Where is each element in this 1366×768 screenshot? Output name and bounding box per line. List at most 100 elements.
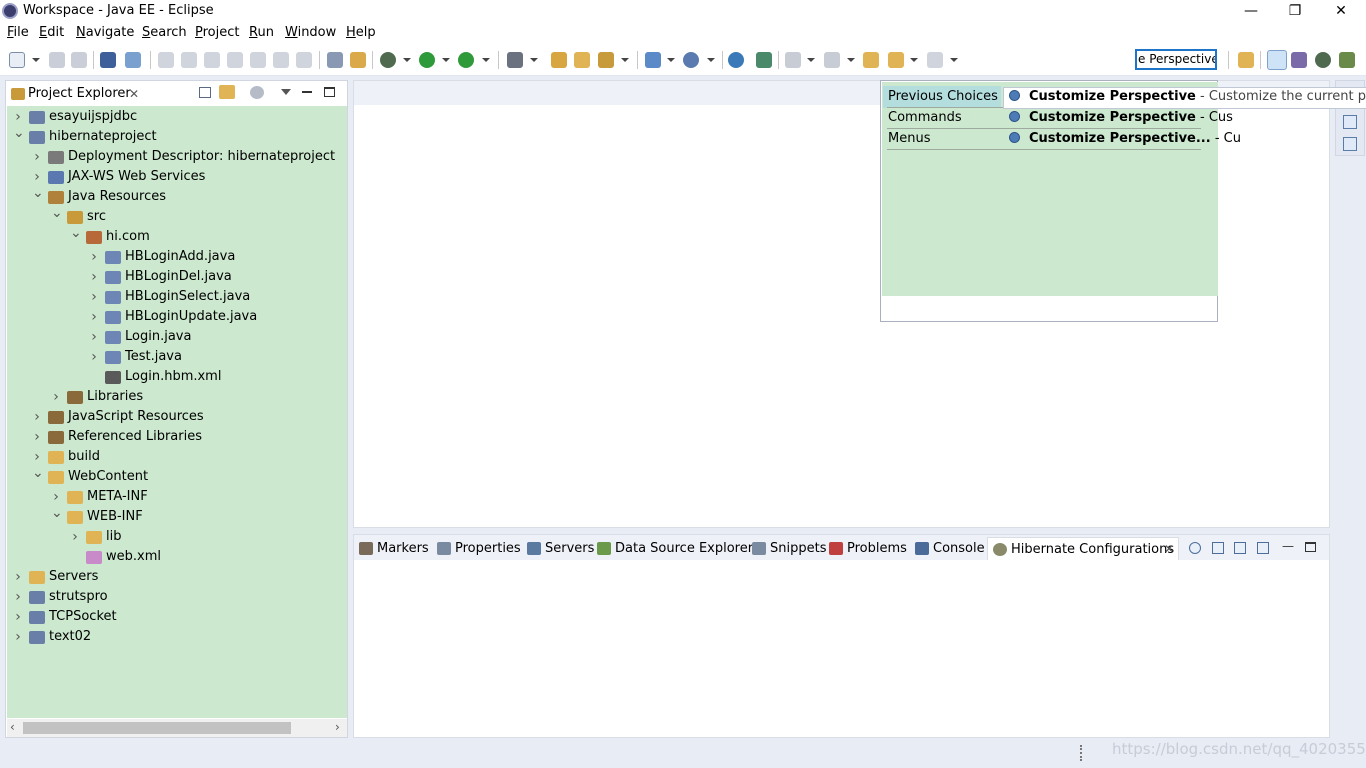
server-dropdown-icon[interactable] xyxy=(667,58,675,62)
restore-button[interactable]: ❐ xyxy=(1285,2,1305,20)
menu-edit[interactable]: Edit xyxy=(39,25,64,40)
last-edit-location-icon[interactable] xyxy=(863,52,879,68)
step-return-icon[interactable] xyxy=(296,52,312,68)
terminate-icon[interactable] xyxy=(204,52,220,68)
debug-perspective-icon[interactable] xyxy=(1315,52,1331,68)
quick-access-input[interactable]: e Perspective xyxy=(1135,49,1217,70)
tree-item[interactable]: Login.hbm.xml xyxy=(7,367,347,387)
web-browser-icon[interactable] xyxy=(728,52,744,68)
hibernate-perspective-icon[interactable] xyxy=(1339,52,1355,68)
tab-properties[interactable]: Properties xyxy=(437,537,527,560)
tree-item[interactable]: › strutspro xyxy=(7,587,347,607)
step-into-icon[interactable] xyxy=(250,52,266,68)
collapse-chevron-icon[interactable]: › xyxy=(51,387,61,407)
tab-project-explorer[interactable]: Project Explorer ✕ xyxy=(8,83,148,105)
collapse-chevron-icon[interactable]: › xyxy=(13,627,23,647)
search-icon[interactable] xyxy=(507,52,523,68)
tree-item[interactable]: › build xyxy=(7,447,347,467)
menu-help[interactable]: Help xyxy=(346,25,376,40)
resume-icon[interactable] xyxy=(158,52,174,68)
menu-window[interactable]: Window xyxy=(285,25,336,40)
tree-item[interactable]: ⌄ WebContent xyxy=(7,465,347,487)
tree-item[interactable]: ⌄ WEB-INF xyxy=(7,505,347,527)
terminal-icon[interactable] xyxy=(100,52,116,68)
previous-annotation-icon[interactable] xyxy=(824,52,840,68)
forward-dropdown-icon[interactable] xyxy=(950,58,958,62)
tree-item[interactable]: › HBLoginUpdate.java xyxy=(7,307,347,327)
tree-item[interactable]: › JAX-WS Web Services xyxy=(7,167,347,187)
filter-icon[interactable] xyxy=(250,86,264,99)
collapse-chevron-icon[interactable]: › xyxy=(32,427,42,447)
tooltip-icon[interactable] xyxy=(350,52,366,68)
debug-icon[interactable] xyxy=(380,52,396,68)
expand-chevron-icon[interactable]: ⌄ xyxy=(51,503,63,523)
task-list-icon[interactable] xyxy=(1343,137,1357,151)
collapse-chevron-icon[interactable]: › xyxy=(89,247,99,267)
web-service-dropdown-icon[interactable] xyxy=(707,58,715,62)
criteria-editor-icon[interactable] xyxy=(1257,542,1269,554)
tree-item[interactable]: › TCPSocket xyxy=(7,607,347,627)
deploy-icon[interactable] xyxy=(756,52,772,68)
collapse-chevron-icon[interactable]: › xyxy=(89,287,99,307)
tree-item[interactable]: › Libraries xyxy=(7,387,347,407)
minimize-icon[interactable]: — xyxy=(1282,539,1294,553)
next-annotation-dropdown-icon[interactable] xyxy=(807,58,815,62)
expand-chevron-icon[interactable]: ⌄ xyxy=(32,463,44,483)
tree-item[interactable]: › lib xyxy=(7,527,347,547)
next-annotation-icon[interactable] xyxy=(785,52,801,68)
task-dropdown-icon[interactable] xyxy=(621,58,629,62)
expand-chevron-icon[interactable]: ⌄ xyxy=(13,123,25,143)
collapse-all-icon[interactable] xyxy=(199,87,211,98)
view-menu-icon[interactable] xyxy=(281,89,291,95)
minimize-button[interactable]: — xyxy=(1241,2,1261,20)
new-icon[interactable] xyxy=(9,52,25,68)
tree-item[interactable]: › text02 xyxy=(7,627,347,647)
add-configuration-icon[interactable] xyxy=(1212,542,1224,554)
save-all-icon[interactable] xyxy=(71,52,87,68)
new-server-icon[interactable] xyxy=(645,52,661,68)
tree-item[interactable]: › HBLoginSelect.java xyxy=(7,287,347,307)
menu-navigate[interactable]: Navigate xyxy=(76,25,134,40)
tree-item[interactable]: › Login.java xyxy=(7,327,347,347)
tab-console[interactable]: Console xyxy=(915,537,985,560)
open-task-icon[interactable] xyxy=(598,52,614,68)
collapse-chevron-icon[interactable]: › xyxy=(70,527,80,547)
step-over-icon[interactable] xyxy=(273,52,289,68)
tree-item[interactable]: › HBLoginDel.java xyxy=(7,267,347,287)
search-dropdown-icon[interactable] xyxy=(530,58,538,62)
new-web-service-icon[interactable] xyxy=(683,52,699,68)
java-ee-perspective-icon[interactable] xyxy=(1267,50,1287,70)
run-icon[interactable] xyxy=(419,52,435,68)
refresh-icon[interactable] xyxy=(1189,542,1201,554)
tree-item[interactable]: web.xml xyxy=(7,547,347,567)
tree-item[interactable]: › Test.java xyxy=(7,347,347,367)
tab-problems[interactable]: Problems xyxy=(829,537,914,560)
tab-servers[interactable]: Servers xyxy=(527,537,597,560)
entry-customize-perspective-2[interactable]: Customize Perspective - Cus xyxy=(1029,110,1233,125)
outline-icon[interactable] xyxy=(1343,115,1357,129)
link-with-editor-icon[interactable] xyxy=(219,85,235,99)
close-icon[interactable]: ✕ xyxy=(1164,538,1174,561)
tree-item[interactable]: ⌄ hibernateproject xyxy=(7,125,347,147)
collapse-chevron-icon[interactable]: › xyxy=(13,607,23,627)
new-dropdown-icon[interactable] xyxy=(32,58,40,62)
debug-dropdown-icon[interactable] xyxy=(403,58,411,62)
scrollbar-thumb[interactable] xyxy=(23,722,291,734)
menu-run[interactable]: Run xyxy=(249,25,274,40)
save-icon[interactable] xyxy=(49,52,65,68)
previous-annotation-dropdown-icon[interactable] xyxy=(847,58,855,62)
tab-hibernate-configurations[interactable]: Hibernate Configurations ✕ xyxy=(987,537,1179,560)
collapse-chevron-icon[interactable]: › xyxy=(89,267,99,287)
tree-item[interactable]: › Servers xyxy=(7,567,347,587)
expand-chevron-icon[interactable]: ⌄ xyxy=(32,183,44,203)
scroll-right-icon[interactable]: › xyxy=(335,720,340,734)
scroll-left-icon[interactable]: ‹ xyxy=(10,720,15,734)
forward-icon[interactable] xyxy=(927,52,943,68)
open-perspective-icon[interactable] xyxy=(1238,52,1254,68)
collapse-chevron-icon[interactable]: › xyxy=(89,327,99,347)
back-dropdown-icon[interactable] xyxy=(910,58,918,62)
menu-file[interactable]: File xyxy=(7,25,29,40)
expand-chevron-icon[interactable]: ⌄ xyxy=(51,203,63,223)
skip-breakpoints-icon[interactable] xyxy=(125,52,141,68)
collapse-chevron-icon[interactable]: › xyxy=(89,347,99,367)
